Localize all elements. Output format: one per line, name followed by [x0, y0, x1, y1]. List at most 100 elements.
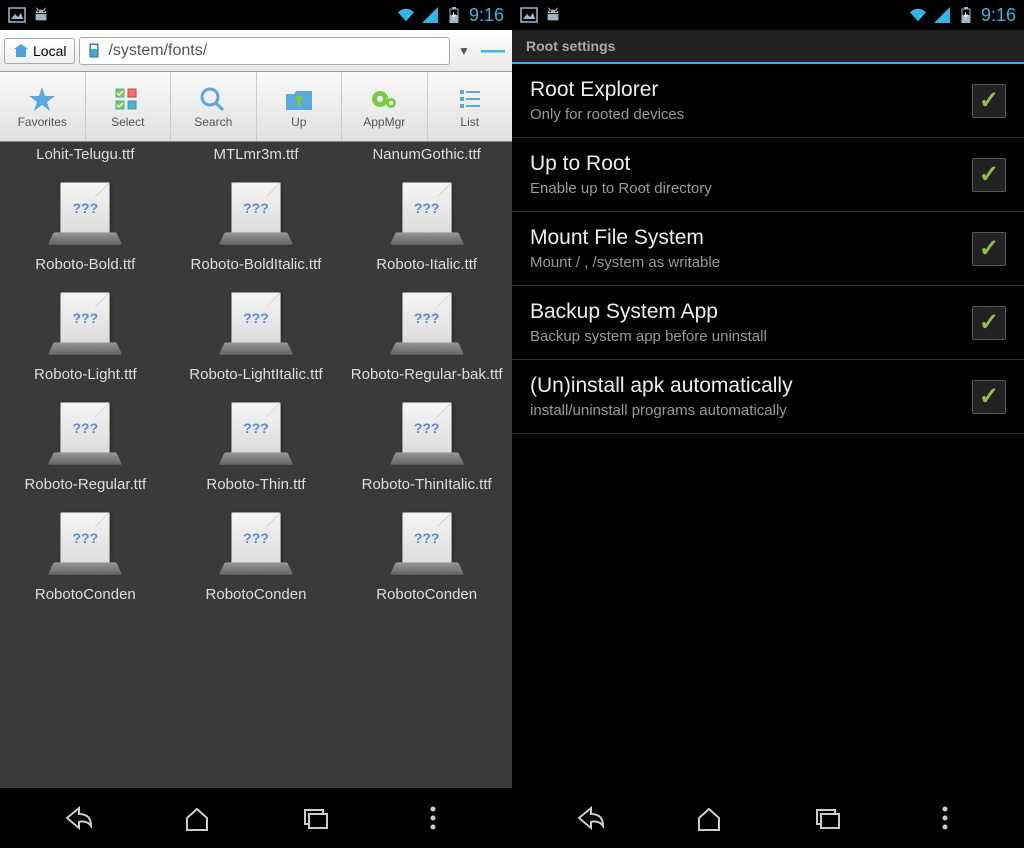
recent-button[interactable]: [797, 798, 857, 838]
setting-text: Up to RootEnable up to Root directory: [530, 152, 972, 197]
left-phone: 9:16 Local /system/fonts/ ▼ — Favorites …: [0, 0, 512, 848]
status-left: [520, 6, 562, 24]
toolbar-label: AppMgr: [363, 115, 405, 129]
file-name: Roboto-LightItalic.ttf: [189, 366, 322, 384]
file-item[interactable]: ??? Roboto-Italic.ttf: [341, 172, 512, 282]
search-button[interactable]: Search: [171, 72, 257, 141]
wifi-icon: [397, 6, 415, 24]
file-item[interactable]: ???RobotoConden: [171, 502, 342, 612]
file-grid[interactable]: Lohit-Telugu.ttf MTLmr3m.ttf NanumGothic.t…: [0, 142, 512, 788]
setting-subtitle: Only for rooted devices: [530, 106, 972, 123]
image-icon: [520, 6, 538, 24]
setting-row[interactable]: (Un)install apk automaticallyinstall/uni…: [512, 360, 1024, 434]
setting-row[interactable]: Mount File SystemMount / , /system as wr…: [512, 212, 1024, 286]
path-input[interactable]: /system/fonts/: [79, 37, 450, 65]
document-icon: ???: [49, 400, 121, 472]
appmgr-button[interactable]: AppMgr: [342, 72, 428, 141]
toolbar: Favorites Select Search Up AppMgr: [0, 72, 512, 142]
battery-icon: [445, 6, 463, 24]
menu-button[interactable]: [403, 798, 463, 838]
settings-header-label: Root settings: [526, 38, 615, 54]
star-icon: [26, 85, 58, 113]
setting-row[interactable]: Root Explorer Only for rooted devices✓: [512, 64, 1024, 138]
clock-time: 9:16: [469, 5, 504, 26]
file-item[interactable]: MTLmr3m.ttf: [171, 142, 342, 172]
file-name: Roboto-Regular.ttf: [24, 476, 146, 494]
setting-title: Up to Root: [530, 152, 972, 176]
battery-icon: [957, 6, 975, 24]
gear-icon: [368, 85, 400, 113]
checkbox[interactable]: ✓: [972, 306, 1006, 340]
file-item[interactable]: NanumGothic.ttf: [341, 142, 512, 172]
status-bar: 9:16: [0, 0, 512, 30]
signal-icon: [933, 6, 951, 24]
home-button[interactable]: [167, 798, 227, 838]
file-name: RobotoConden: [35, 586, 136, 604]
setting-title: Mount File System: [530, 226, 972, 250]
file-item[interactable]: ???Roboto-Regular-bak.ttf: [341, 282, 512, 392]
select-icon: [112, 85, 144, 113]
checkmark-icon: ✓: [979, 160, 999, 189]
checkbox[interactable]: ✓: [972, 158, 1006, 192]
local-button[interactable]: Local: [4, 38, 75, 64]
checkmark-icon: ✓: [979, 308, 999, 337]
file-item[interactable]: ??? Roboto-BoldItalic.ttf: [171, 172, 342, 282]
checkbox[interactable]: ✓: [972, 84, 1006, 118]
file-item[interactable]: ???Roboto-Bold.ttf: [0, 172, 171, 282]
file-item[interactable]: ??? Roboto-LightItalic.ttf: [171, 282, 342, 392]
file-item[interactable]: ???RobotoConden: [341, 502, 512, 612]
image-icon: [8, 6, 26, 24]
signal-icon: [421, 6, 439, 24]
back-button[interactable]: [49, 798, 109, 838]
file-item[interactable]: ??? Roboto-Regular.ttf: [0, 392, 171, 502]
file-name: Roboto-Italic.ttf: [376, 256, 477, 274]
home-button[interactable]: [679, 798, 739, 838]
file-item[interactable]: ??? Roboto-Thin.ttf: [171, 392, 342, 502]
status-left: [8, 6, 50, 24]
setting-row[interactable]: Backup System App Backup system app befor…: [512, 286, 1024, 360]
file-name: RobotoConden: [206, 586, 307, 604]
file-name: Lohit-Telugu.ttf: [36, 146, 134, 164]
document-icon: ???: [220, 180, 292, 252]
back-button[interactable]: [561, 798, 621, 838]
minimize-button[interactable]: —: [478, 37, 508, 65]
nav-bar: [512, 788, 1024, 848]
path-dropdown[interactable]: ▼: [454, 44, 474, 58]
list-button[interactable]: List: [428, 72, 513, 141]
file-item[interactable]: Lohit-Telugu.ttf: [0, 142, 171, 172]
up-button[interactable]: Up: [257, 72, 343, 141]
checkmark-icon: ✓: [979, 234, 999, 263]
toolbar-label: List: [460, 115, 479, 129]
file-name: Roboto-Light.ttf: [34, 366, 137, 384]
setting-subtitle: Backup system app before uninstall: [530, 328, 972, 345]
toolbar-label: Up: [291, 115, 306, 129]
document-icon: ???: [220, 290, 292, 362]
status-right: 9:16: [397, 5, 504, 26]
checkbox[interactable]: ✓: [972, 232, 1006, 266]
settings-list: Root ExplorerOnly for rooted devices✓Up …: [512, 64, 1024, 788]
setting-title: Root Explorer: [530, 78, 972, 102]
favorites-button[interactable]: Favorites: [0, 72, 86, 141]
document-icon: ???: [49, 510, 121, 582]
file-item[interactable]: ??? Roboto-Light.ttf: [0, 282, 171, 392]
menu-button[interactable]: [915, 798, 975, 838]
document-icon: ???: [391, 400, 463, 472]
setting-row[interactable]: Up to RootEnable up to Root directory✓: [512, 138, 1024, 212]
file-name: Roboto-Thin.ttf: [206, 476, 305, 494]
toolbar-label: Favorites: [18, 115, 67, 129]
file-item[interactable]: ???Roboto-ThinItalic.ttf: [341, 392, 512, 502]
setting-title: Backup System App: [530, 300, 972, 324]
setting-subtitle: install/uninstall programs automatically: [530, 402, 972, 419]
file-name: Roboto-BoldItalic.ttf: [191, 256, 322, 274]
file-item[interactable]: ??? RobotoConden: [0, 502, 171, 612]
document-icon: ???: [391, 180, 463, 252]
select-button[interactable]: Select: [86, 72, 172, 141]
document-icon: ???: [49, 290, 121, 362]
file-name: MTLmr3m.ttf: [213, 146, 298, 164]
file-name: Roboto-Bold.ttf: [35, 256, 135, 274]
right-phone: 9:16 Root settings Root ExplorerOnly for…: [512, 0, 1024, 848]
recent-button[interactable]: [285, 798, 345, 838]
document-icon: ???: [220, 400, 292, 472]
checkbox[interactable]: ✓: [972, 380, 1006, 414]
settings-header: Root settings: [512, 30, 1024, 64]
